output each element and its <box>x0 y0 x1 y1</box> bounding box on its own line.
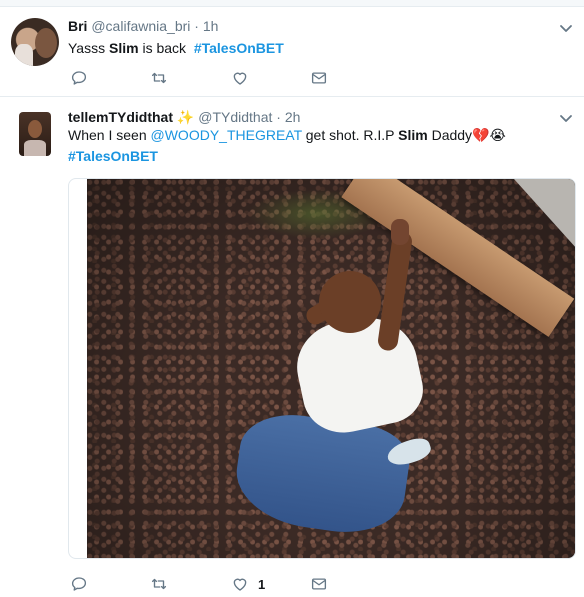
tweet-actions <box>70 68 350 88</box>
tweet-bri[interactable]: Bri @califawnia_bri · 1h Yasss Slim is b… <box>0 8 584 97</box>
tweet-text-bold: Slim <box>398 127 428 143</box>
reply-button[interactable] <box>70 574 88 594</box>
tweet-tellemtydidthat[interactable]: tellemTYdidthat ✨ @TYdidthat · 2h When I… <box>0 98 584 597</box>
photo-child-head <box>319 271 381 333</box>
tweet-text-bold: Slim <box>108 40 139 56</box>
hashtag-link[interactable]: #TalesOnBET <box>68 148 158 164</box>
envelope-icon <box>311 72 327 84</box>
display-name[interactable]: Bri <box>68 18 87 34</box>
reply-icon <box>71 577 87 591</box>
direct-message-button[interactable] <box>310 68 328 88</box>
tweet-header: Bri @califawnia_bri · 1h <box>68 18 218 34</box>
tweet-text: Yasss Slim is back #TalesOnBET <box>68 38 284 59</box>
reply-icon <box>71 71 87 85</box>
mention-link[interactable]: @WOODY_THEGREAT <box>151 127 302 143</box>
chevron-down-icon[interactable] <box>558 20 574 36</box>
envelope-icon <box>311 578 327 590</box>
tweet-text-part: When I seen <box>68 127 151 143</box>
tweet-text-part: get shot. R.I.P <box>301 127 399 143</box>
timestamp[interactable]: 1h <box>203 18 219 34</box>
avatar[interactable] <box>19 112 51 156</box>
like-count: 1 <box>258 576 266 592</box>
tweet-text-part: Yasss <box>68 40 109 56</box>
tweet-header: tellemTYdidthat ✨ @TYdidthat · 2h <box>68 109 300 126</box>
timestamp[interactable]: 2h <box>285 109 301 125</box>
heart-icon <box>233 72 247 85</box>
tweet-text: When I seen @WOODY_THEGREAT get shot. R.… <box>68 125 568 167</box>
tweet-text-part: Daddy <box>427 127 473 143</box>
separator-dot: · <box>276 109 281 125</box>
user-handle[interactable]: @califawnia_bri <box>91 18 190 34</box>
separator-dot: · <box>194 18 199 34</box>
top-divider <box>0 0 584 7</box>
avatar[interactable] <box>11 18 59 66</box>
tweet-actions: 1 <box>70 574 350 594</box>
emoji-broken-heart-crying: 💔😭 <box>472 127 506 143</box>
like-button[interactable] <box>231 68 258 88</box>
display-name[interactable]: tellemTYdidthat <box>68 109 173 125</box>
sparkles-emoji: ✨ <box>176 109 195 125</box>
chevron-down-icon[interactable] <box>558 110 574 126</box>
photo-child-hand <box>391 219 409 245</box>
retweet-button[interactable] <box>150 574 168 594</box>
reply-button[interactable] <box>70 68 88 88</box>
crying-child-photo <box>87 179 575 558</box>
retweet-icon <box>151 72 167 84</box>
tweet-text-part: is back <box>138 40 194 56</box>
retweet-button[interactable] <box>150 68 168 88</box>
like-button[interactable]: 1 <box>231 574 265 594</box>
tweet-media-photo[interactable] <box>68 178 576 559</box>
heart-icon <box>233 578 247 591</box>
hashtag-link[interactable]: #TalesOnBET <box>194 40 284 56</box>
direct-message-button[interactable] <box>310 574 328 594</box>
retweet-icon <box>151 578 167 590</box>
user-handle[interactable]: @TYdidthat <box>198 109 272 125</box>
